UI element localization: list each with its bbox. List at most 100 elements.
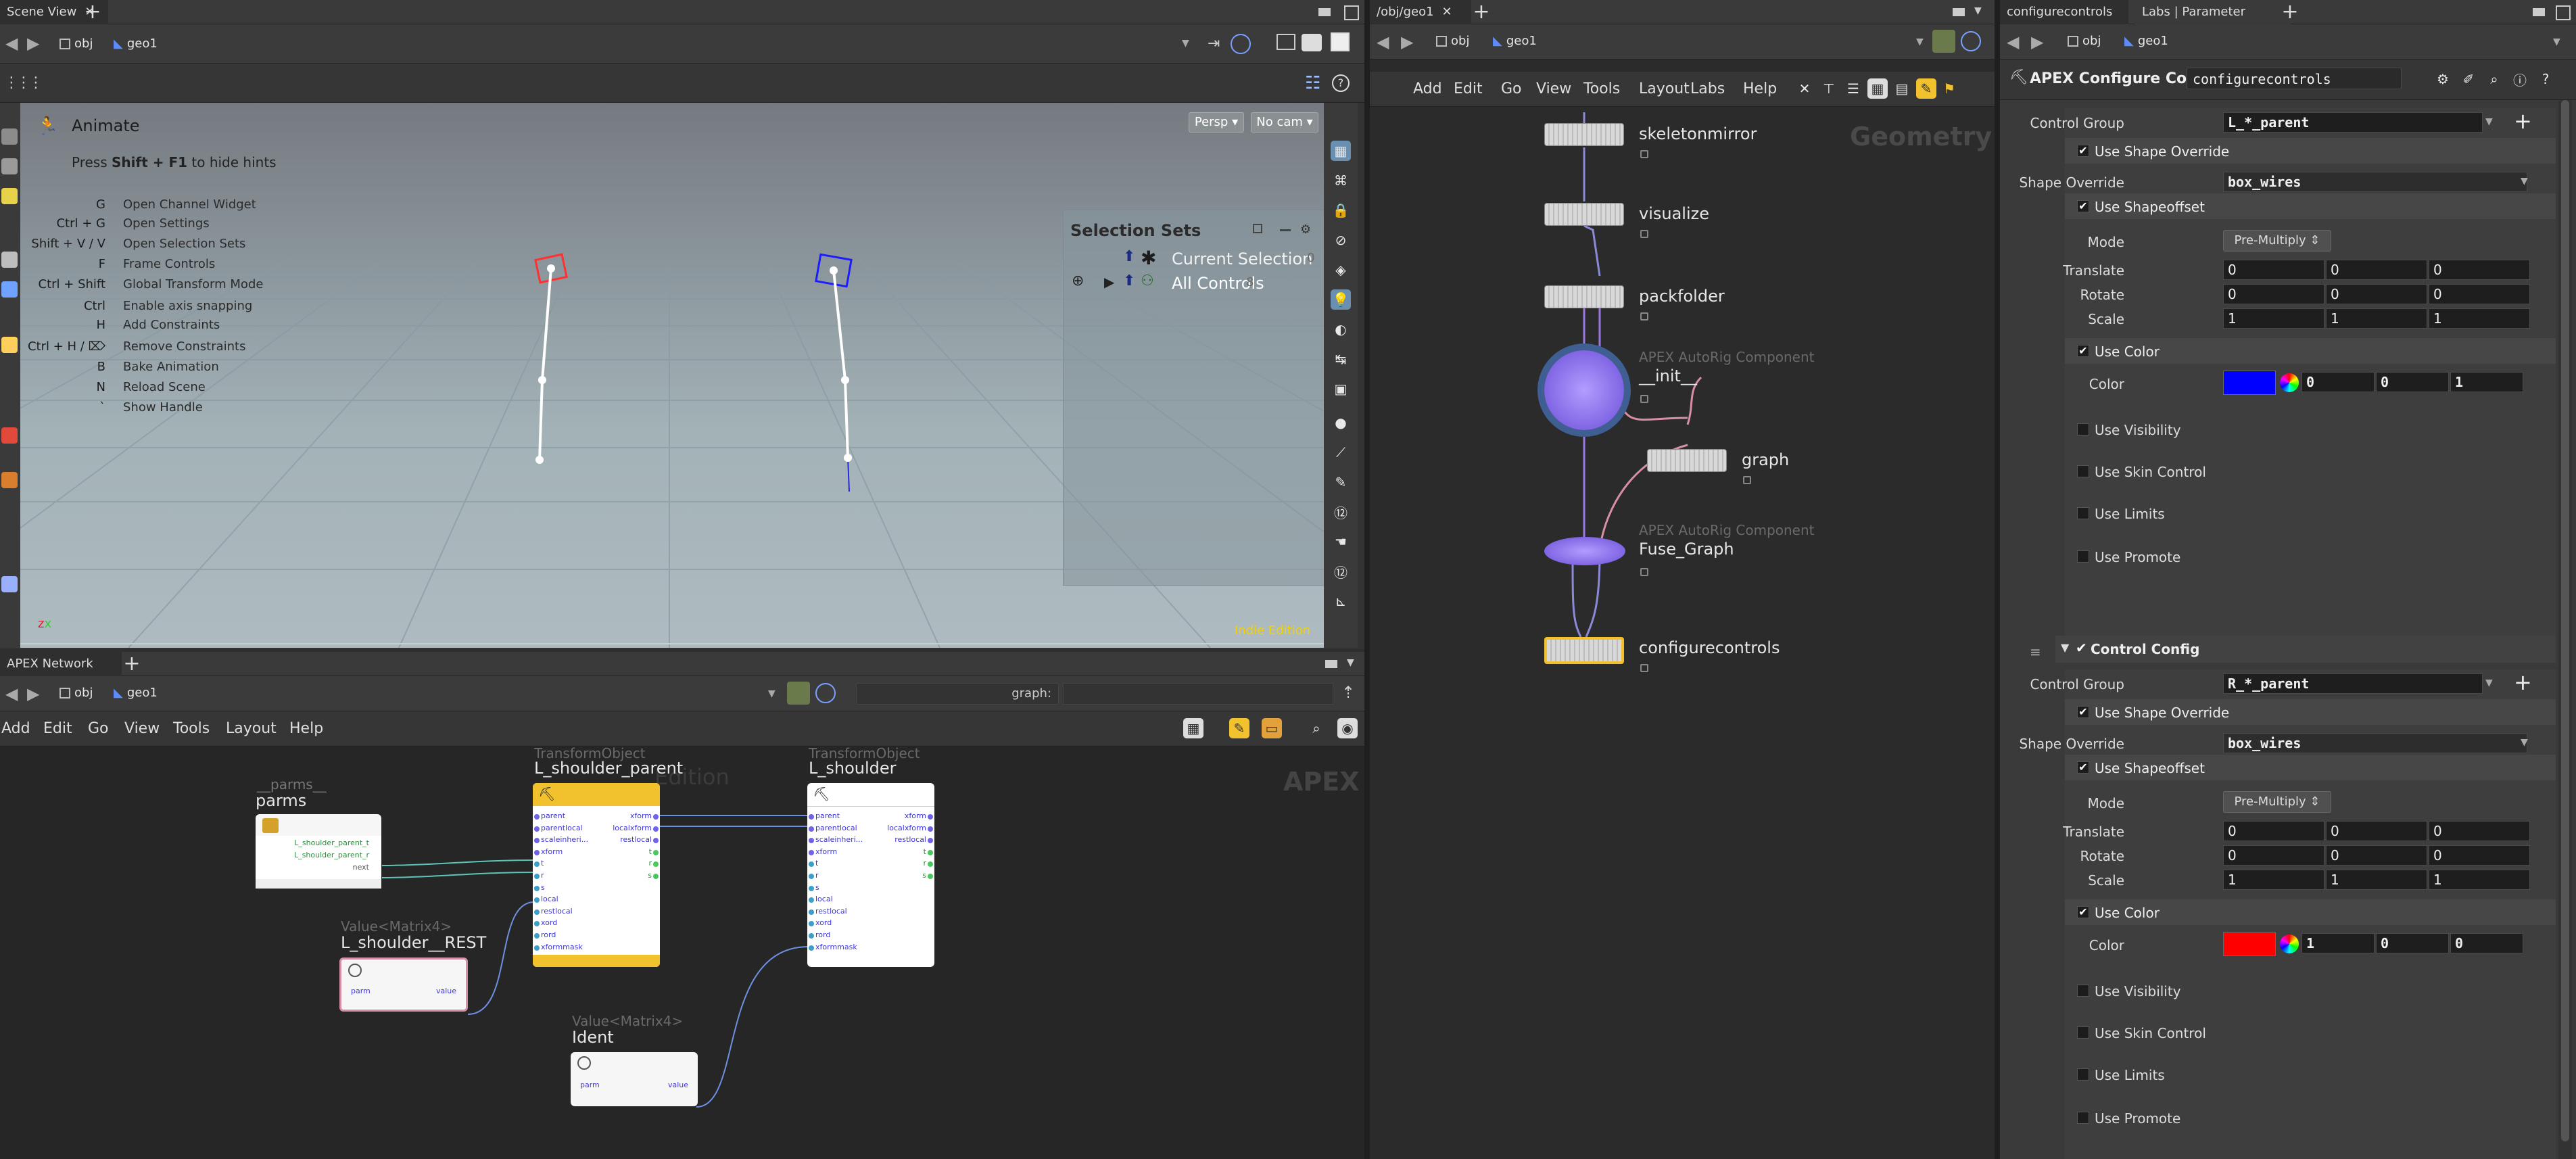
selection-set-current[interactable]: ⬆ ✱ Current Selection 0 [1070, 247, 1320, 269]
port-dot[interactable] [809, 874, 814, 879]
use-visibility-row[interactable]: Use Visibility [2065, 978, 2556, 1005]
translate-field-z[interactable]: 0 [2429, 821, 2530, 841]
brush-icon[interactable]: ✐ [2458, 69, 2479, 89]
lock-icon[interactable] [1640, 150, 1648, 158]
add-control-group-icon[interactable]: + [2514, 669, 2532, 695]
back-arrow-icon[interactable]: ◀ [5, 684, 18, 703]
port-dot[interactable] [534, 838, 540, 844]
port-dot[interactable] [534, 921, 540, 927]
add-tab-icon[interactable]: + [1471, 0, 1492, 24]
grid-icon[interactable]: ▦ [1183, 718, 1203, 738]
use-promote-check[interactable] [2077, 550, 2089, 563]
output-port[interactable]: localxform [613, 824, 652, 832]
maximize-icon[interactable] [1344, 5, 1359, 20]
translate-field-y[interactable]: 0 [2326, 821, 2427, 841]
lock-icon[interactable] [1640, 395, 1648, 403]
sop-graph-canvas[interactable]: Geometry skeletonmirror visualize packfold… [1370, 107, 1995, 1159]
paint-tool-icon[interactable] [1, 188, 18, 204]
search-icon[interactable]: ⌕ [2484, 69, 2504, 89]
add-control-group-icon[interactable]: + [2514, 108, 2532, 134]
shape-override-field[interactable]: box_wires [2223, 172, 2527, 192]
lock-icon[interactable] [1640, 568, 1648, 576]
use-visibility-row[interactable]: Use Visibility [2065, 417, 2556, 444]
panel-menu-icon[interactable] [1318, 8, 1331, 16]
menu-tools[interactable]: Tools [1583, 72, 1620, 107]
scale-field-x[interactable]: 1 [2223, 870, 2324, 890]
path-obj[interactable]: obj [54, 682, 108, 705]
maximize-icon[interactable] [2556, 5, 2571, 20]
move-tool-icon[interactable] [1, 158, 18, 174]
forward-arrow-icon[interactable]: ▶ [27, 684, 39, 703]
ruler-icon[interactable]: ⊾ [1331, 591, 1351, 611]
scale-field-x[interactable]: 1 [2223, 308, 2324, 329]
path-geo[interactable]: ◣ geo1 [1487, 30, 1927, 53]
link-icon[interactable] [815, 683, 836, 703]
info-icon[interactable]: ⓘ [2510, 69, 2530, 89]
menu-view[interactable]: View [1536, 72, 1571, 107]
tab-configurecontrols[interactable]: configurecontrols [2000, 0, 2128, 24]
port-dot[interactable] [534, 909, 540, 915]
selection-sets-pin-icon[interactable] [1253, 224, 1262, 233]
camera-menu[interactable]: No cam ▾ [1251, 112, 1318, 133]
add-tab-icon[interactable]: + [122, 652, 142, 676]
path-dropdown-icon[interactable]: ▼ [2553, 37, 2560, 47]
use-shape-override-check[interactable]: ✔ [2077, 706, 2089, 718]
link-icon[interactable] [1231, 34, 1251, 54]
menu-go[interactable]: Go [88, 711, 109, 747]
output-port[interactable]: t [924, 847, 926, 856]
shape-override-dropdown-icon[interactable]: ▼ [2521, 176, 2528, 187]
viewer-options-icon[interactable] [1277, 34, 1295, 50]
shape-override-dropdown-icon[interactable]: ▼ [2521, 737, 2528, 748]
pin-icon[interactable] [787, 682, 810, 705]
translate-field-y[interactable]: 0 [2326, 260, 2427, 280]
forward-arrow-icon[interactable]: ▶ [1401, 32, 1413, 51]
use-shape-override-check[interactable]: ✔ [2077, 145, 2089, 157]
port-dot[interactable] [809, 945, 814, 951]
path-dropdown-icon[interactable]: ▼ [1916, 37, 1924, 47]
menu-layout[interactable]: Layout [1639, 72, 1690, 107]
translate-field-z[interactable]: 0 [2429, 260, 2530, 280]
menu-edit[interactable]: Edit [43, 711, 72, 747]
menu-add[interactable]: Add [1413, 72, 1442, 107]
input-port[interactable]: xform [815, 847, 837, 856]
port-dot[interactable] [534, 849, 540, 855]
panel-menu-icon[interactable] [1953, 8, 1965, 16]
input-port[interactable]: xord [541, 918, 557, 927]
rotate-field-y[interactable]: 0 [2326, 845, 2427, 866]
visibility-icon[interactable]: ◈ [1331, 260, 1351, 280]
menu-help[interactable]: Help [289, 711, 323, 747]
wrench-icon[interactable]: ✕ [1794, 78, 1815, 99]
handle-tool-icon[interactable] [1, 281, 18, 298]
apex-graph-canvas[interactable]: APEX Edition __parms__ parms L_shoulder_… [0, 747, 1364, 1159]
camera-icon[interactable] [1302, 34, 1322, 51]
back-arrow-icon[interactable]: ◀ [1377, 32, 1389, 51]
wand-icon[interactable]: ⟋ [1331, 442, 1351, 463]
input-port[interactable]: local [815, 895, 833, 903]
use-color-check[interactable]: ✔ [2077, 906, 2089, 918]
port-dot[interactable] [809, 814, 814, 820]
shape-override-field[interactable]: box_wires [2223, 733, 2527, 753]
use-skin-control-check[interactable] [2077, 1026, 2089, 1039]
use-promote-check[interactable] [2077, 1112, 2089, 1124]
output-port[interactable]: r [923, 859, 926, 868]
3d-viewport[interactable]: 🏃 Animate Press Shift + F1 to hide hints… [20, 103, 1324, 648]
use-limits-row[interactable]: Use Limits [2065, 1062, 2556, 1089]
translate-field-x[interactable]: 0 [2223, 260, 2324, 280]
color-swatch[interactable] [2223, 932, 2276, 956]
square-toggle-icon[interactable] [1331, 32, 1350, 51]
path-obj[interactable]: obj [54, 32, 108, 55]
use-visibility-check[interactable] [2077, 985, 2089, 997]
menu-edit[interactable]: Edit [1454, 72, 1483, 107]
lock-icon[interactable] [1743, 476, 1751, 484]
use-promote-row[interactable]: Use Promote [2065, 1105, 2556, 1132]
port-dot[interactable] [534, 933, 540, 939]
output-port[interactable]: s [922, 871, 926, 880]
tab-apex-network-view[interactable]: APEX Network View✕ [0, 652, 122, 695]
pin-tool-icon[interactable] [1, 427, 18, 444]
table-icon[interactable]: ▤ [1892, 78, 1912, 99]
color-field-g[interactable]: 0 [2376, 933, 2449, 953]
port-dot[interactable] [928, 861, 933, 868]
port-dot[interactable] [653, 826, 659, 832]
menu-layout[interactable]: Layout [226, 711, 277, 747]
use-color-header[interactable]: ✔ Use Color [2065, 899, 2556, 925]
